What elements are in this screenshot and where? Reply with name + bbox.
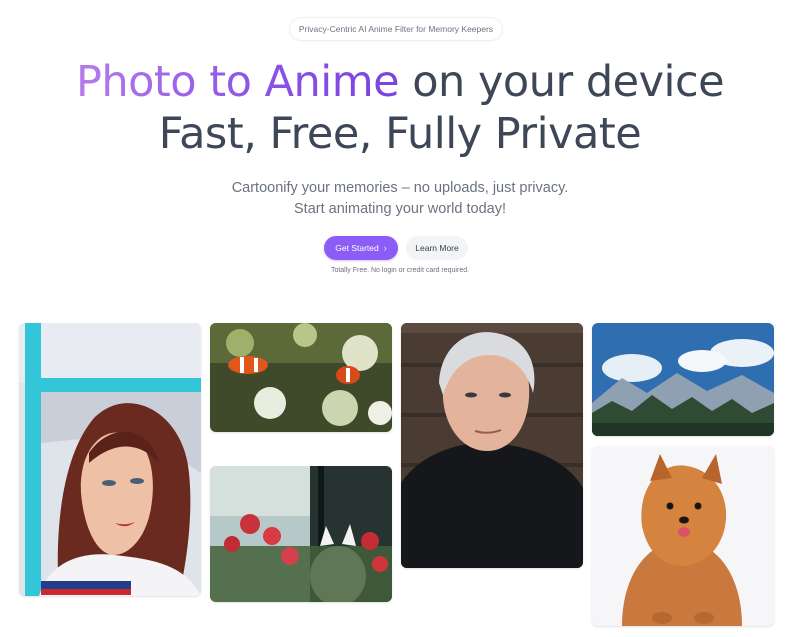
headline-accent-text: Photo to Anime	[75, 57, 400, 107]
chevron-right-icon: ›	[383, 243, 387, 253]
subtitle-line-one: Cartoonify your memories – no uploads, j…	[231, 180, 569, 196]
learn-more-button[interactable]: Learn More	[406, 236, 468, 260]
gallery-image-mountain-landscape	[592, 323, 774, 436]
hero-subtitle: Cartoonify your memories – no uploads, j…	[0, 178, 800, 220]
gallery-image-pomeranian	[592, 446, 774, 626]
gallery-image-clownfish	[210, 323, 392, 432]
gallery-image-flowers-cat	[210, 466, 392, 602]
headline-line-two: Fast, Free, Fully Private	[158, 109, 642, 159]
hero-note: Totally Free. No login or credit card re…	[330, 267, 470, 274]
hero-badge: Privacy-Centric AI Anime Filter for Memo…	[290, 18, 502, 40]
get-started-button[interactable]: Get Started ›	[324, 236, 398, 260]
gallery-image-woman-portrait	[19, 323, 201, 596]
hero-headline: Photo to Anime on your device Fast, Free…	[0, 56, 800, 160]
headline-rest-text: on your device	[399, 57, 725, 107]
subtitle-line-two: Start animating your world today!	[294, 201, 506, 217]
gallery-image-man-portrait	[401, 323, 583, 568]
learn-more-label: Learn More	[415, 243, 459, 253]
get-started-label: Get Started	[335, 243, 379, 253]
